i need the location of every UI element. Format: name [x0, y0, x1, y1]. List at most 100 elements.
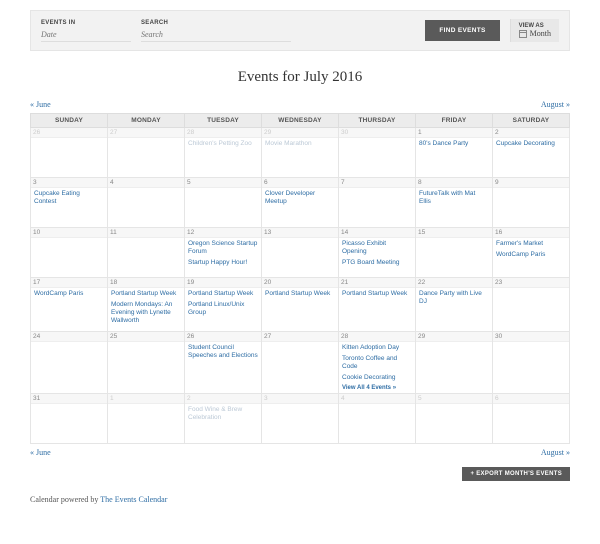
- calendar-day-cell[interactable]: 11: [108, 228, 185, 278]
- calendar-day-cell[interactable]: 27: [108, 128, 185, 178]
- calendar-day-cell[interactable]: 24: [31, 331, 108, 394]
- prev-month-link[interactable]: « June: [30, 100, 51, 109]
- event-link[interactable]: Clover Developer Meetup: [265, 190, 335, 206]
- day-number: 4: [339, 394, 415, 404]
- event-link[interactable]: Cupcake Decorating: [496, 140, 566, 148]
- day-number: 27: [108, 128, 184, 138]
- event-link[interactable]: WordCamp Paris: [34, 290, 104, 298]
- calendar-day-cell[interactable]: 15: [416, 228, 493, 278]
- event-link[interactable]: Toronto Coffee and Code: [342, 355, 412, 371]
- calendar-day-cell[interactable]: 7: [339, 178, 416, 228]
- calendar-day-cell[interactable]: 18 Portland Startup Week Modern Mondays: A…: [108, 278, 185, 332]
- event-link[interactable]: Portland Startup Week: [111, 290, 181, 298]
- event-link[interactable]: Food Wine & Brew Celebration: [188, 406, 258, 422]
- event-link[interactable]: Student Council Speeches and Elections: [188, 344, 258, 360]
- day-number: 10: [31, 228, 107, 238]
- calendar-day-cell[interactable]: 25: [108, 331, 185, 394]
- calendar-day-cell[interactable]: 2Food Wine & Brew Celebration: [185, 394, 262, 444]
- event-link[interactable]: Portland Linux/Unix Group: [188, 301, 258, 317]
- day-number: 26: [31, 128, 107, 138]
- calendar-day-cell[interactable]: 26Student Council Speeches and Elections: [185, 331, 262, 394]
- event-link[interactable]: FutureTalk with Mat Ellis: [419, 190, 489, 206]
- event-link[interactable]: Picasso Exhibit Opening: [342, 240, 412, 256]
- day-number: 11: [108, 228, 184, 238]
- calendar-day-cell[interactable]: 180's Dance Party: [416, 128, 493, 178]
- event-link[interactable]: Children's Petting Zoo: [188, 140, 258, 148]
- calendar-day-cell[interactable]: 13: [262, 228, 339, 278]
- event-link[interactable]: PTG Board Meeting: [342, 259, 412, 267]
- event-link[interactable]: Modern Mondays: An Evening with Lynette …: [111, 301, 181, 325]
- event-link[interactable]: Cookie Decorating: [342, 374, 412, 382]
- day-number: 18: [108, 278, 184, 288]
- event-link[interactable]: WordCamp Paris: [496, 251, 566, 259]
- export-button[interactable]: + EXPORT MONTH'S EVENTS: [462, 467, 570, 481]
- month-nav-bottom: « June August »: [30, 448, 570, 457]
- calendar-day-cell[interactable]: 16 Farmer's Market WordCamp Paris: [493, 228, 570, 278]
- calendar-day-cell[interactable]: 9: [493, 178, 570, 228]
- calendar-day-cell[interactable]: 31: [31, 394, 108, 444]
- find-events-button[interactable]: FIND EVENTS: [425, 20, 499, 41]
- calendar-day-cell[interactable]: 5: [185, 178, 262, 228]
- next-month-link-bottom[interactable]: August »: [541, 448, 570, 457]
- calendar-day-cell[interactable]: 10: [31, 228, 108, 278]
- event-link[interactable]: Portland Startup Week: [265, 290, 335, 298]
- day-number: 16: [493, 228, 569, 238]
- calendar-day-cell[interactable]: 30: [339, 128, 416, 178]
- calendar-day-cell[interactable]: 29Movie Marathon: [262, 128, 339, 178]
- view-all-link[interactable]: View All 4 Events »: [342, 385, 412, 391]
- day-number: 19: [185, 278, 261, 288]
- calendar-dow-header: THURSDAY: [339, 114, 416, 128]
- day-number: 28: [185, 128, 261, 138]
- events-in-input[interactable]: [41, 28, 131, 42]
- calendar-day-cell[interactable]: 12Oregon Science Startup ForumStartup Ha…: [185, 228, 262, 278]
- prev-month-link-bottom[interactable]: « June: [30, 448, 51, 457]
- calendar-day-cell[interactable]: 3: [262, 394, 339, 444]
- calendar-dow-header: SUNDAY: [31, 114, 108, 128]
- calendar-day-cell[interactable]: 29: [416, 331, 493, 394]
- calendar-day-cell[interactable]: 28Kitten Adoption DayToronto Coffee and …: [339, 331, 416, 394]
- calendar-day-cell[interactable]: 4: [108, 178, 185, 228]
- event-link[interactable]: Farmer's Market: [496, 240, 566, 248]
- calendar-day-cell[interactable]: 2Cupcake Decorating: [493, 128, 570, 178]
- event-link[interactable]: 80's Dance Party: [419, 140, 489, 148]
- day-number: 6: [262, 178, 338, 188]
- calendar-day-cell[interactable]: 21Portland Startup Week: [339, 278, 416, 332]
- calendar-day-cell[interactable]: 6: [493, 394, 570, 444]
- calendar-day-cell[interactable]: 14Picasso Exhibit OpeningPTG Board Meeti…: [339, 228, 416, 278]
- calendar-day-cell[interactable]: 5: [416, 394, 493, 444]
- search-input[interactable]: [141, 28, 291, 42]
- calendar-day-cell[interactable]: 22Dance Party with Live DJ: [416, 278, 493, 332]
- day-number: 1: [108, 394, 184, 404]
- day-number: 17: [31, 278, 107, 288]
- search-group: SEARCH: [141, 20, 291, 42]
- event-link[interactable]: Oregon Science Startup Forum: [188, 240, 258, 256]
- calendar-day-cell[interactable]: 17 WordCamp Paris: [31, 278, 108, 332]
- day-number: 30: [493, 332, 569, 342]
- calendar-day-cell[interactable]: 26: [31, 128, 108, 178]
- day-number: 31: [31, 394, 107, 404]
- calendar-day-cell[interactable]: 19 Portland Startup Week Portland Linux/Un…: [185, 278, 262, 332]
- calendar-day-cell[interactable]: 4: [339, 394, 416, 444]
- calendar-day-cell[interactable]: 23: [493, 278, 570, 332]
- event-link[interactable]: Startup Happy Hour!: [188, 259, 258, 267]
- search-label: SEARCH: [141, 20, 291, 26]
- calendar-day-cell[interactable]: 27: [262, 331, 339, 394]
- calendar-day-cell[interactable]: 3Cupcake Eating Contest: [31, 178, 108, 228]
- calendar-day-cell[interactable]: 20 Portland Startup Week: [262, 278, 339, 332]
- event-link[interactable]: Kitten Adoption Day: [342, 344, 412, 352]
- event-link[interactable]: Portland Startup Week: [188, 290, 258, 298]
- calendar-week-row: 262728 Children's Petting Zoo 29Movie Mara…: [31, 128, 570, 178]
- calendar-day-cell[interactable]: 1: [108, 394, 185, 444]
- calendar-day-cell[interactable]: 6 Clover Developer Meetup: [262, 178, 339, 228]
- event-link[interactable]: Cupcake Eating Contest: [34, 190, 104, 206]
- calendar-day-cell[interactable]: 8FutureTalk with Mat Ellis: [416, 178, 493, 228]
- view-as-selector[interactable]: VIEW AS Month: [510, 19, 559, 42]
- calendar-day-cell[interactable]: 28 Children's Petting Zoo: [185, 128, 262, 178]
- event-link[interactable]: Dance Party with Live DJ: [419, 290, 489, 306]
- powered-by-link[interactable]: The Events Calendar: [100, 495, 167, 504]
- calendar-day-cell[interactable]: 30: [493, 331, 570, 394]
- event-link[interactable]: Portland Startup Week: [342, 290, 412, 298]
- event-link[interactable]: Movie Marathon: [265, 140, 335, 148]
- day-number: 20: [262, 278, 338, 288]
- next-month-link[interactable]: August »: [541, 100, 570, 109]
